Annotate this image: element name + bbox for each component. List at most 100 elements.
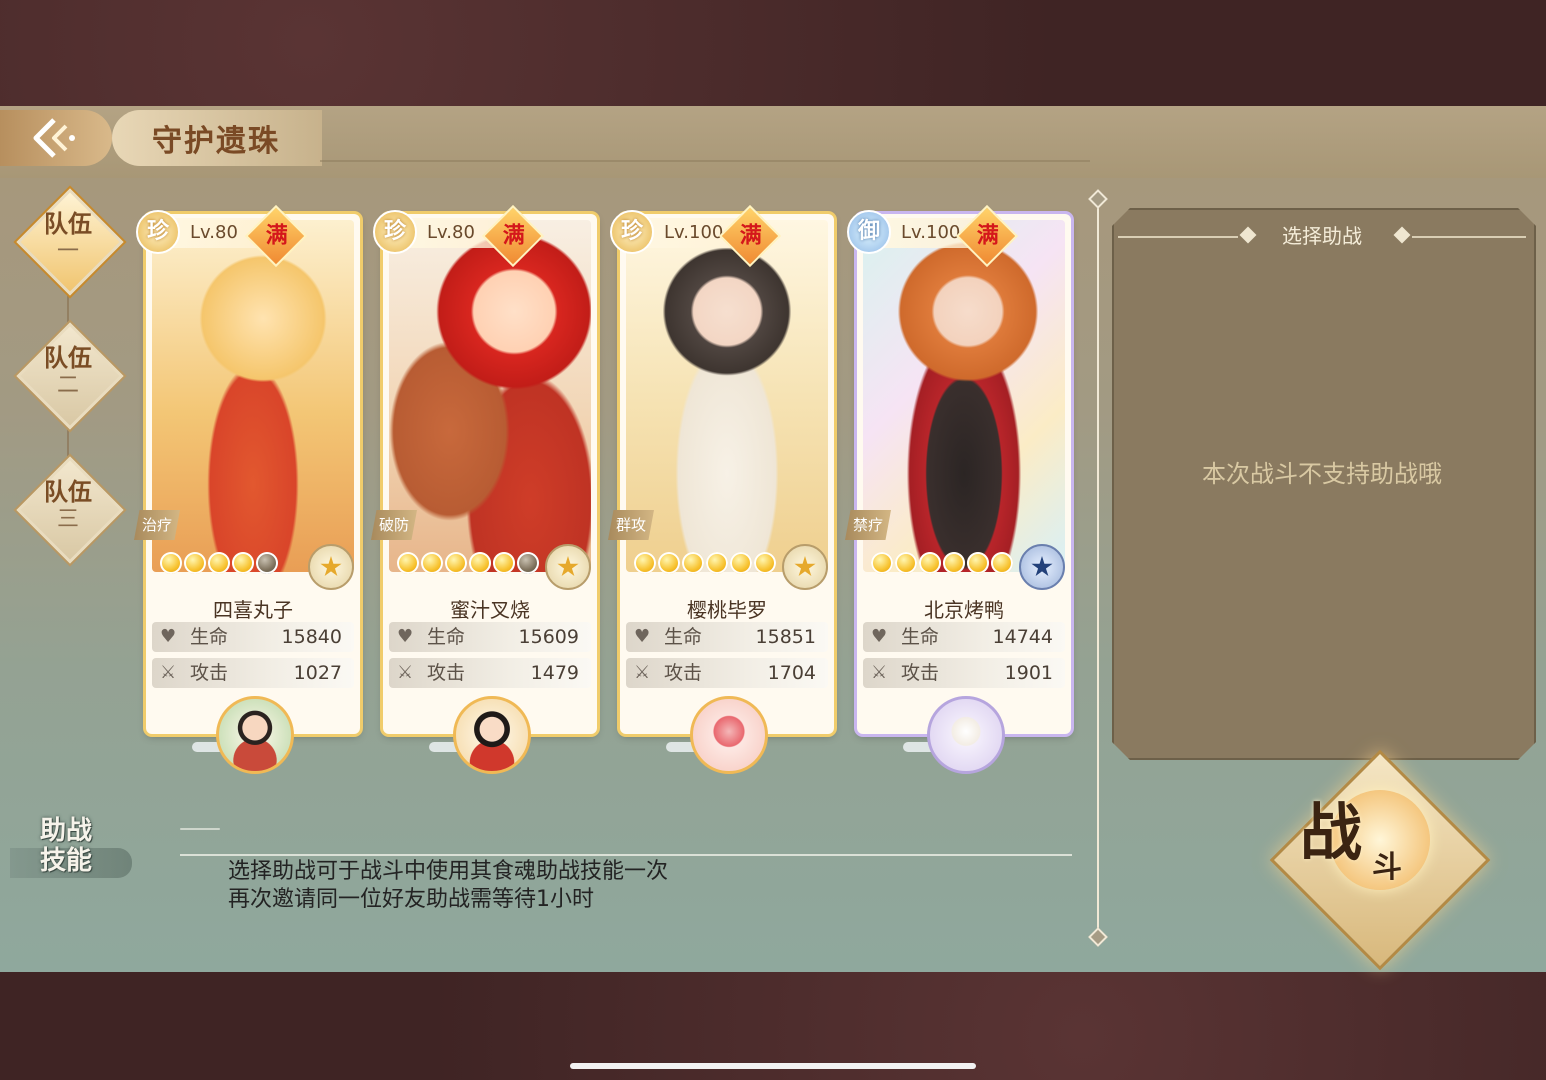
star-icon [871, 552, 893, 574]
star-icon [754, 552, 776, 574]
heart-icon: ♥ [397, 626, 414, 647]
rarity-badge: 御 [847, 210, 891, 254]
fight-button-sublabel: 斗 [1372, 850, 1402, 885]
heart-icon: ♥ [634, 626, 651, 647]
assist-skill-title: 助战 技能 [10, 816, 132, 880]
panel-divider [1097, 196, 1099, 936]
star-icon [895, 552, 917, 574]
attack-label: 攻击 [664, 662, 703, 684]
hp-stat: ♥ 生命 15851 [626, 622, 828, 652]
max-badge-text: 满 [739, 222, 762, 249]
character-portrait [152, 220, 354, 572]
star-empty-icon [256, 552, 278, 574]
star-icon [706, 552, 728, 574]
star-icon [967, 552, 989, 574]
star-row [397, 552, 539, 574]
character-card[interactable]: 珍 Lv.80 满 破防 蜜汁叉烧 ♥ 生命 15609 ⚔ 攻击 1479 [371, 204, 597, 774]
star-icon [493, 552, 515, 574]
sword-icon: ⚔ [160, 662, 177, 683]
gold-flower-icon [545, 544, 591, 590]
hp-stat: ♥ 生命 15840 [152, 622, 354, 652]
hp-value: 15840 [281, 626, 342, 648]
assist-title-line2: 技能 [40, 846, 93, 876]
hp-label: 生命 [427, 626, 466, 648]
home-indicator[interactable] [570, 1063, 976, 1069]
attack-value: 1704 [767, 662, 816, 684]
character-name: 蜜汁叉烧 [450, 598, 530, 622]
character-card[interactable]: 珍 Lv.80 满 治疗 四喜丸子 ♥ 生命 15840 ⚔ 攻击 1027 [134, 204, 360, 774]
character-portrait [863, 220, 1065, 572]
attack-stat: ⚔ 攻击 1704 [626, 658, 828, 688]
assist-description: 选择助战可于战斗中使用其食魂助战技能一次 再次邀请同一位好友助战需等待1小时 [228, 858, 668, 914]
character-card[interactable]: 珍 Lv.100 满 群攻 樱桃毕罗 ♥ 生命 15851 ⚔ 攻击 1704 [608, 204, 834, 774]
attack-label: 攻击 [427, 662, 466, 684]
top-frame [0, 0, 1546, 106]
attack-label: 攻击 [190, 662, 229, 684]
star-icon [232, 552, 254, 574]
decor-line [180, 828, 220, 830]
character-portrait [626, 220, 828, 572]
hp-label: 生命 [901, 626, 940, 648]
back-arrow-icon [33, 118, 75, 158]
page-title-plate: 守护遗珠 [112, 110, 322, 166]
star-icon [730, 552, 752, 574]
star-icon [397, 552, 419, 574]
star-icon [208, 552, 230, 574]
title-underline [320, 160, 1090, 162]
role-tag: 破防 [371, 510, 417, 540]
helper-avatar[interactable] [453, 696, 531, 774]
sword-icon: ⚔ [871, 662, 888, 683]
support-header: 选择助战 [1282, 224, 1362, 248]
support-message: 本次战斗不支持助战哦 [1202, 460, 1442, 488]
rarity-badge: 珍 [610, 210, 654, 254]
character-card[interactable]: 御 Lv.100 满 禁疗 北京烤鸭 ♥ 生命 14744 ⚔ 攻击 1901 [845, 204, 1071, 774]
character-name: 北京烤鸭 [924, 598, 1004, 622]
sword-icon: ⚔ [634, 662, 651, 683]
fight-button-label: 战 [1300, 796, 1363, 869]
page-title: 守护遗珠 [152, 124, 280, 159]
assist-desc-line2: 再次邀请同一位好友助战需等待1小时 [228, 887, 594, 912]
helper-avatar[interactable] [216, 696, 294, 774]
heart-icon: ♥ [160, 626, 177, 647]
hp-stat: ♥ 生命 15609 [389, 622, 591, 652]
attack-value: 1027 [293, 662, 342, 684]
character-name: 樱桃毕罗 [687, 598, 767, 622]
helper-avatar[interactable] [927, 696, 1005, 774]
character-portrait [389, 220, 591, 572]
rarity-badge: 珍 [373, 210, 417, 254]
star-icon [184, 552, 206, 574]
attack-label: 攻击 [901, 662, 940, 684]
star-icon [682, 552, 704, 574]
assist-divider [180, 854, 1072, 856]
assist-desc-line1: 选择助战可于战斗中使用其食魂助战技能一次 [228, 859, 669, 884]
max-badge-text: 满 [265, 222, 288, 249]
star-icon [991, 552, 1013, 574]
star-icon [919, 552, 941, 574]
role-tag: 禁疗 [845, 510, 891, 540]
star-icon [421, 552, 443, 574]
character-name: 四喜丸子 [213, 598, 293, 622]
blue-flower-icon [1019, 544, 1065, 590]
hp-value: 15851 [755, 626, 816, 648]
max-badge-text: 满 [976, 222, 999, 249]
star-icon [943, 552, 965, 574]
star-icon [160, 552, 182, 574]
star-row [634, 552, 776, 574]
back-button[interactable] [0, 110, 112, 166]
gold-flower-icon [782, 544, 828, 590]
hp-value: 15609 [518, 626, 579, 648]
hp-stat: ♥ 生命 14744 [863, 622, 1065, 652]
star-row [871, 552, 1013, 574]
star-row [160, 552, 278, 574]
attack-value: 1479 [530, 662, 579, 684]
role-tag: 治疗 [134, 510, 180, 540]
assist-title-line1: 助战 [40, 816, 93, 846]
heart-icon: ♥ [871, 626, 888, 647]
assist-title-text: 助战 技能 [40, 816, 92, 876]
star-icon [658, 552, 680, 574]
hp-label: 生命 [190, 626, 229, 648]
rarity-badge: 珍 [136, 210, 180, 254]
hp-value: 14744 [992, 626, 1053, 648]
star-icon [445, 552, 467, 574]
helper-avatar[interactable] [690, 696, 768, 774]
